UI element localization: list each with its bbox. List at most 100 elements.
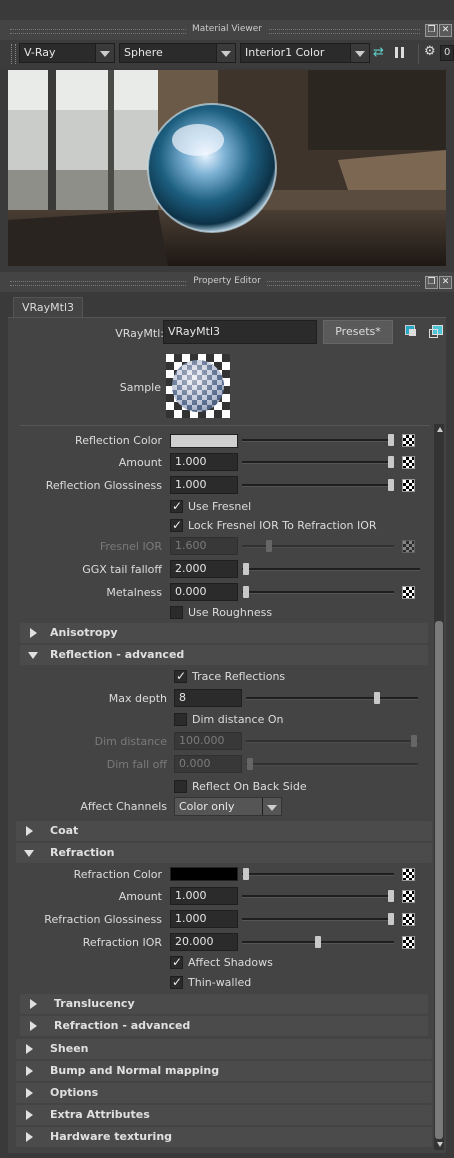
map-button-icon[interactable]	[402, 913, 415, 926]
float-panel-icon[interactable]: ❐	[425, 276, 438, 289]
shading-group-icon[interactable]	[405, 325, 417, 337]
map-button-icon[interactable]	[402, 456, 415, 469]
reflect-back-side-checkbox[interactable]	[174, 780, 187, 793]
section-coat[interactable]: Coat	[16, 821, 432, 841]
property-editor-header: Property Editor ❐ ✕	[0, 272, 454, 292]
refraction-ior-field[interactable]: 20.000	[170, 933, 238, 951]
scroll-up-arrow[interactable]	[437, 427, 443, 432]
fresnel-ior-slider	[266, 540, 272, 552]
fresnel-ior-field: 1.600	[170, 537, 238, 555]
map-button-icon[interactable]	[402, 434, 415, 447]
reflection-color-slider[interactable]	[388, 434, 394, 446]
node-type-label: VRayMtl:	[115, 327, 164, 340]
tab-bar: VRayMtl3	[8, 292, 446, 318]
property-editor-title: Property Editor	[187, 276, 267, 286]
section-extra-attributes[interactable]: Extra Attributes	[16, 1105, 432, 1125]
scrollbar-thumb[interactable]	[435, 621, 443, 1139]
section-reflection-advanced[interactable]: Reflection - advanced	[20, 645, 428, 665]
refraction-glossiness-slider[interactable]	[388, 913, 394, 925]
refraction-color-label: Refraction Color	[73, 868, 162, 881]
float-panel-icon[interactable]: ❐	[425, 24, 438, 37]
preview-scene-image	[8, 70, 446, 266]
refraction-color-slider[interactable]	[243, 868, 249, 880]
section-hardware-texturing[interactable]: Hardware texturing	[16, 1127, 432, 1147]
ggx-tail-falloff-field[interactable]: 2.000	[170, 560, 238, 578]
collapse-arrow-icon	[24, 850, 34, 857]
affect-channels-dropdown[interactable]: Color only	[174, 797, 282, 816]
close-icon[interactable]: ✕	[439, 276, 452, 289]
map-button-icon[interactable]	[402, 868, 415, 881]
refraction-amount-field[interactable]: 1.000	[170, 887, 238, 905]
use-fresnel-label: Use Fresnel	[188, 500, 252, 513]
settings-gear-icon[interactable]: ⚙	[424, 45, 438, 59]
metalness-field[interactable]: 0.000	[170, 583, 238, 601]
refresh-icon[interactable]: ⇄	[373, 46, 386, 60]
refraction-glossiness-field[interactable]: 1.000	[170, 910, 238, 928]
map-button-icon[interactable]	[402, 890, 415, 903]
refraction-amount-label: Amount	[118, 890, 162, 903]
toolbar-grip[interactable]	[11, 44, 16, 64]
reflection-color-swatch[interactable]	[170, 434, 238, 448]
use-fresnel-checkbox[interactable]	[170, 499, 183, 513]
section-bump-normal[interactable]: Bump and Normal mapping	[16, 1061, 432, 1081]
affect-shadows-checkbox[interactable]	[170, 955, 183, 969]
affect-channels-label: Affect Channels	[80, 800, 167, 813]
pause-icon[interactable]	[394, 46, 406, 60]
reflect-back-side-label: Reflect On Back Side	[192, 780, 307, 793]
use-roughness-checkbox[interactable]	[170, 606, 183, 619]
render-quality-field[interactable]: 0	[440, 45, 454, 61]
dim-distance-on-checkbox[interactable]	[174, 713, 187, 726]
section-refraction-advanced[interactable]: Refraction - advanced	[20, 1016, 428, 1036]
output-connection-icon[interactable]	[429, 325, 443, 338]
scroll-down-arrow[interactable]	[437, 1142, 443, 1147]
map-button-icon	[402, 540, 415, 553]
expand-arrow-icon	[30, 1021, 37, 1031]
reflection-glossiness-field[interactable]: 1.000	[170, 476, 238, 494]
expand-arrow-icon	[26, 1110, 33, 1120]
map-button-icon[interactable]	[402, 586, 415, 599]
thin-walled-label: Thin-walled	[188, 976, 252, 989]
amount-field[interactable]: 1.000	[170, 453, 238, 471]
metalness-slider[interactable]	[243, 586, 249, 598]
refraction-amount-slider[interactable]	[388, 890, 394, 902]
expand-arrow-icon	[26, 1132, 33, 1142]
material-preview-render	[8, 70, 446, 266]
lock-fresnel-checkbox[interactable]	[170, 518, 183, 532]
section-refraction[interactable]: Refraction	[16, 843, 432, 863]
tab-vraymtl3[interactable]: VRayMtl3	[13, 297, 83, 318]
max-depth-slider[interactable]	[374, 692, 380, 704]
expand-arrow-icon	[26, 1066, 33, 1076]
scrollbar-track[interactable]	[434, 424, 444, 1150]
map-button-icon[interactable]	[402, 479, 415, 492]
presets-button[interactable]: Presets*	[323, 320, 393, 344]
dim-falloff-slider	[247, 758, 253, 770]
node-name-field[interactable]: VRayMtl3	[163, 320, 317, 344]
environment-dropdown[interactable]: Interior1 Color	[240, 43, 370, 63]
thin-walled-checkbox[interactable]	[170, 975, 183, 989]
amount-slider[interactable]	[388, 456, 394, 468]
trace-reflections-checkbox[interactable]	[174, 669, 187, 683]
map-button-icon[interactable]	[402, 936, 415, 949]
sample-sphere	[172, 360, 224, 412]
material-viewer-title: Material Viewer	[185, 24, 269, 34]
max-depth-field[interactable]: 8	[174, 689, 242, 707]
amount-label: Amount	[118, 456, 162, 469]
renderer-dropdown[interactable]: V-Ray	[19, 43, 115, 63]
section-options[interactable]: Options	[16, 1083, 432, 1103]
close-icon[interactable]: ✕	[439, 24, 452, 37]
expand-arrow-icon	[26, 1044, 33, 1054]
section-sheen[interactable]: Sheen	[16, 1039, 432, 1059]
refraction-ior-slider[interactable]	[315, 936, 321, 948]
ggx-tail-falloff-slider[interactable]	[243, 563, 249, 575]
metalness-label: Metalness	[106, 586, 162, 599]
dim-falloff-field: 0.000	[174, 755, 242, 773]
reflection-glossiness-slider[interactable]	[388, 479, 394, 491]
shape-dropdown[interactable]: Sphere	[119, 43, 236, 63]
material-viewer-header: Material Viewer ❐ ✕	[0, 20, 454, 40]
dim-distance-slider	[411, 735, 417, 747]
reflection-glossiness-label: Reflection Glossiness	[45, 479, 162, 492]
section-anisotropy[interactable]: Anisotropy	[20, 623, 428, 643]
refraction-color-swatch[interactable]	[170, 867, 238, 881]
expand-arrow-icon	[30, 999, 37, 1009]
section-translucency[interactable]: Translucency	[20, 994, 428, 1014]
